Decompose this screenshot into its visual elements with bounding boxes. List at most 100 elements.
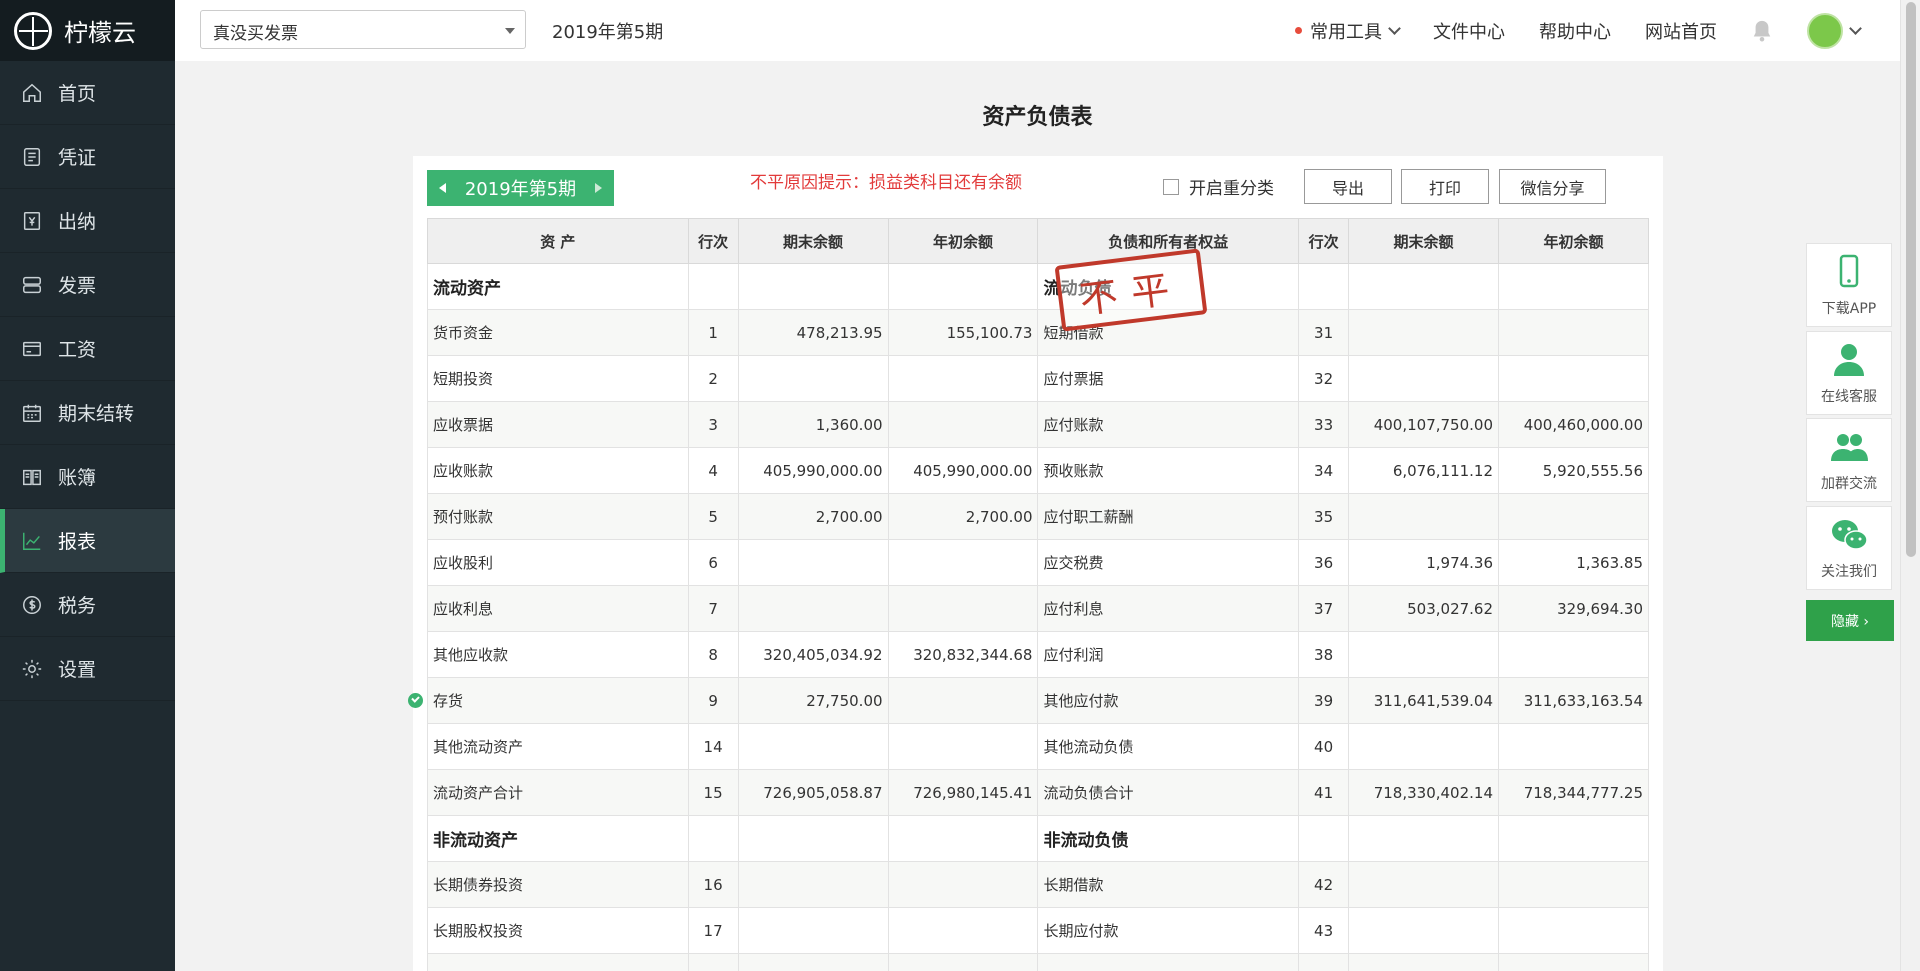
asset-end-balance bbox=[737, 585, 889, 632]
sidebar-item[interactable]: 账簿 bbox=[0, 445, 175, 509]
liability-end-balance: 503,027.62 bbox=[1348, 585, 1500, 632]
follow-us-label: 关注我们 bbox=[1821, 564, 1877, 580]
sidebar-item[interactable]: 期末结转 bbox=[0, 381, 175, 445]
lemon-logo-icon bbox=[14, 11, 52, 50]
avatar-chevron-down-icon[interactable] bbox=[1849, 21, 1862, 35]
liability-begin-balance bbox=[1498, 907, 1649, 954]
asset-end-balance bbox=[737, 355, 889, 402]
group-icon bbox=[1831, 434, 1868, 461]
wechat-share-button[interactable]: 微信分享 bbox=[1499, 169, 1606, 204]
app-name: 柠檬云 bbox=[64, 19, 136, 47]
table-row: 其他应收款 8 320,405,034.92 320,832,344.68 应付利润 38 bbox=[427, 631, 1649, 678]
sidebar-item[interactable]: 首页 bbox=[0, 61, 175, 125]
sidebar-item-label: 出纳 bbox=[58, 211, 97, 233]
phone-icon bbox=[1839, 254, 1859, 288]
chart-icon bbox=[20, 529, 44, 553]
app-logo[interactable]: 柠檬云 bbox=[0, 0, 175, 61]
asset-name-text: 应收账款 bbox=[433, 462, 494, 480]
download-app-panel[interactable]: 下载APP bbox=[1806, 243, 1892, 327]
tax-icon bbox=[20, 593, 44, 617]
liability-begin-balance bbox=[1498, 953, 1649, 971]
liability-begin-balance bbox=[1498, 815, 1649, 862]
asset-name-text: 预付账款 bbox=[433, 508, 494, 526]
reclassification-toggle[interactable]: 开启重分类 bbox=[1163, 174, 1274, 199]
asset-row-no bbox=[687, 815, 739, 862]
asset-end-balance: 27,750.00 bbox=[737, 677, 889, 724]
asset-name-text: 非流动资产 bbox=[433, 831, 518, 851]
liability-row-no: 36 bbox=[1298, 539, 1350, 586]
asset-name: 存货 bbox=[408, 677, 689, 724]
website-home-link[interactable]: 网站首页 bbox=[1645, 18, 1717, 44]
asset-name: 应收账款 bbox=[427, 447, 689, 494]
asset-end-balance bbox=[737, 539, 889, 586]
report-card: 2019年第5期 不平原因提示：损益类科目还有余额 开启重分类 导出 打印 微信… bbox=[408, 156, 1663, 971]
asset-name-text: 流动资产合计 bbox=[433, 784, 524, 802]
asset-name: 长期债券投资 bbox=[427, 861, 689, 908]
table-row: 短期投资 2 应付票据 32 bbox=[427, 355, 1649, 402]
table-row: 流动资产合计 15 726,905,058.87 726,980,145.41 流动负债… bbox=[427, 769, 1649, 816]
voucher-icon bbox=[20, 145, 44, 169]
period-navigator[interactable]: 2019年第5期 bbox=[427, 170, 614, 206]
reclassification-checkbox[interactable] bbox=[1163, 178, 1179, 195]
asset-begin-balance bbox=[887, 355, 1039, 402]
online-service-panel[interactable]: 在线客服 bbox=[1806, 331, 1892, 415]
asset-name-text: 长期债券投资 bbox=[433, 876, 524, 894]
asset-begin-balance bbox=[887, 907, 1039, 954]
company-select[interactable]: 真没买发票 bbox=[200, 10, 526, 49]
top-header: 真没买发票 2019年第5期 常用工具 文件中心 帮助中心 网站首页 bbox=[175, 0, 1900, 61]
asset-row-no: 9 bbox=[687, 677, 739, 724]
common-tools-label: 常用工具 bbox=[1310, 21, 1382, 43]
sidebar-item[interactable]: 税务 bbox=[0, 573, 175, 637]
liability-begin-balance: 329,694.30 bbox=[1498, 585, 1649, 632]
next-period-icon[interactable] bbox=[595, 183, 602, 193]
asset-name: 其他应收款 bbox=[427, 631, 689, 678]
sidebar-item-label: 报表 bbox=[58, 531, 97, 553]
liability-begin-balance bbox=[1498, 723, 1649, 770]
help-center-link[interactable]: 帮助中心 bbox=[1539, 18, 1611, 44]
bell-icon[interactable] bbox=[1751, 19, 1773, 43]
caret-down-icon bbox=[505, 28, 515, 34]
asset-begin-balance bbox=[887, 953, 1039, 971]
asset-begin-balance bbox=[887, 677, 1039, 724]
export-button[interactable]: 导出 bbox=[1304, 169, 1392, 204]
calendar-icon bbox=[20, 401, 44, 425]
table-row: 其他流动资产 14 其他流动负债 40 bbox=[427, 723, 1649, 770]
sidebar-item[interactable]: 出纳 bbox=[0, 189, 175, 253]
scrollbar-thumb[interactable] bbox=[1906, 2, 1916, 557]
file-center-link[interactable]: 文件中心 bbox=[1433, 18, 1505, 44]
hide-panel-button[interactable]: 隐藏 › bbox=[1806, 600, 1894, 641]
sidebar-item[interactable]: 发票 bbox=[0, 253, 175, 317]
sidebar-item[interactable]: 报表 bbox=[0, 509, 175, 573]
print-button[interactable]: 打印 bbox=[1401, 169, 1489, 204]
asset-row-no: 7 bbox=[687, 585, 739, 632]
asset-end-balance: 1,360.00 bbox=[737, 401, 889, 448]
asset-begin-balance bbox=[887, 815, 1039, 862]
wechat-icon bbox=[1832, 520, 1868, 550]
company-select-value: 真没买发票 bbox=[213, 24, 298, 44]
user-avatar[interactable] bbox=[1807, 12, 1843, 49]
sidebar-item-label: 税务 bbox=[58, 595, 97, 617]
sidebar-item[interactable]: 工资 bbox=[0, 317, 175, 381]
asset-name-text: 应收股利 bbox=[433, 554, 494, 572]
prev-period-icon[interactable] bbox=[439, 183, 446, 193]
liability-row-no: 41 bbox=[1298, 769, 1350, 816]
asset-end-balance bbox=[737, 953, 889, 971]
liability-begin-balance: 1,363.85 bbox=[1498, 539, 1649, 586]
liability-name: 预收账款 bbox=[1037, 447, 1300, 494]
sidebar-item[interactable]: 设置 bbox=[0, 637, 175, 701]
join-group-panel[interactable]: 加群交流 bbox=[1806, 418, 1892, 502]
liability-end-balance bbox=[1348, 493, 1500, 540]
asset-row-no bbox=[687, 263, 739, 310]
asset-name-text: 应收利息 bbox=[433, 600, 494, 618]
follow-us-panel[interactable]: 关注我们 bbox=[1806, 506, 1892, 590]
asset-row-no: 6 bbox=[687, 539, 739, 586]
imbalance-warning: 不平原因提示：损益类科目还有余额 bbox=[750, 173, 1022, 193]
asset-begin-balance: 405,990,000.00 bbox=[887, 447, 1039, 494]
sidebar-item-label: 设置 bbox=[58, 659, 97, 681]
common-tools-menu[interactable]: 常用工具 bbox=[1295, 18, 1401, 44]
liability-end-balance bbox=[1348, 723, 1500, 770]
sidebar-item[interactable]: 凭证 bbox=[0, 125, 175, 189]
page-scrollbar[interactable] bbox=[1900, 0, 1920, 971]
asset-begin-balance: 155,100.73 bbox=[887, 309, 1039, 356]
asset-name-text: 货币资金 bbox=[433, 324, 494, 342]
